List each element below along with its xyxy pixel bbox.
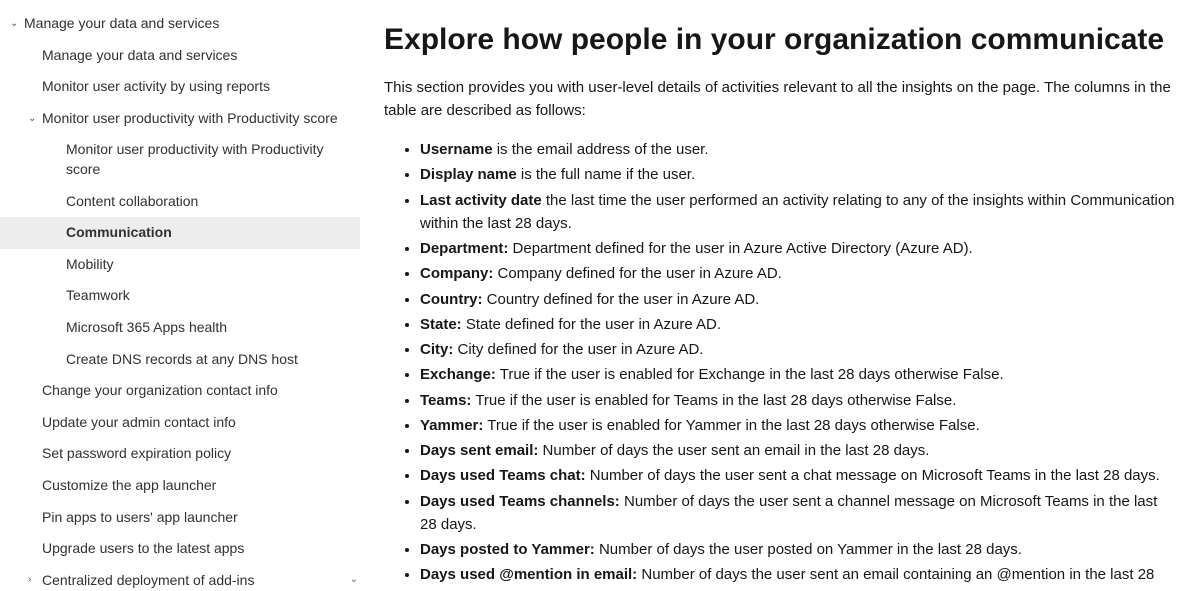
nav-item-label: Upgrade users to the latest apps: [42, 539, 348, 559]
nav-item-centralized-deployment-of-add-ins[interactable]: ›Centralized deployment of add-ins: [0, 565, 360, 591]
nav-list: ⌄Manage your data and servicesManage you…: [0, 8, 360, 591]
nav-sidebar: ⌄Manage your data and servicesManage you…: [0, 0, 360, 591]
column-definition-item: Company: Company defined for the user in…: [420, 262, 1176, 285]
column-term: Yammer:: [420, 417, 483, 434]
nav-item-change-your-organization-contact-info[interactable]: Change your organization contact info: [0, 375, 360, 407]
column-definitions-list: Username is the email address of the use…: [384, 138, 1176, 591]
nav-item-label: Change your organization contact info: [42, 381, 348, 401]
nav-item-monitor-user-productivity-with-productivity-score[interactable]: ⌄Monitor user productivity with Producti…: [0, 103, 360, 135]
chevron-down-icon: ⌄: [350, 574, 358, 585]
nav-item-label: Monitor user activity by using reports: [42, 77, 348, 97]
column-description: City defined for the user in Azure AD.: [453, 341, 703, 358]
nav-item-label: Update your admin contact info: [42, 413, 348, 433]
column-description: Department defined for the user in Azure…: [508, 240, 972, 257]
column-definition-item: Days used Teams channels: Number of days…: [420, 490, 1176, 537]
column-term: Days used @mention in email:: [420, 566, 637, 583]
column-term: Days used Teams channels:: [420, 493, 620, 510]
nav-item-label: Communication: [66, 223, 348, 243]
chevron-right-icon: ›: [28, 573, 42, 587]
main-content: Explore how people in your organization …: [360, 0, 1200, 591]
page-title: Explore how people in your organization …: [384, 20, 1176, 59]
column-definition-item: Days used @mention in email: Number of d…: [420, 563, 1176, 591]
nav-item-label: Set password expiration policy: [42, 444, 348, 464]
column-term: Display name: [420, 166, 517, 183]
nav-item-label: Customize the app launcher: [42, 476, 348, 496]
nav-item-customize-the-app-launcher[interactable]: Customize the app launcher: [0, 470, 360, 502]
column-term: Days posted to Yammer:: [420, 541, 595, 558]
column-term: Teams:: [420, 392, 471, 409]
column-definition-item: Days posted to Yammer: Number of days th…: [420, 538, 1176, 561]
column-term: Company:: [420, 265, 493, 282]
column-term: Username: [420, 141, 493, 158]
column-description: True if the user is enabled for Exchange…: [496, 366, 1004, 383]
column-term: Country:: [420, 291, 483, 308]
column-definition-item: Exchange: True if the user is enabled fo…: [420, 363, 1176, 386]
column-description: is the full name if the user.: [517, 166, 695, 183]
nav-item-label: Pin apps to users' app launcher: [42, 508, 348, 528]
nav-item-label: Manage your data and services: [42, 46, 348, 66]
nav-item-communication[interactable]: Communication: [0, 217, 360, 249]
nav-item-monitor-user-activity-by-using-reports[interactable]: Monitor user activity by using reports: [0, 71, 360, 103]
column-term: City:: [420, 341, 453, 358]
column-term: State:: [420, 316, 462, 333]
nav-item-label: Mobility: [66, 255, 348, 275]
nav-item-content-collaboration[interactable]: Content collaboration: [0, 186, 360, 218]
column-term: Days sent email:: [420, 442, 538, 459]
column-definition-item: Days used Teams chat: Number of days the…: [420, 464, 1176, 487]
column-definition-item: State: State defined for the user in Azu…: [420, 313, 1176, 336]
column-term: Department:: [420, 240, 508, 257]
column-definition-item: Country: Country defined for the user in…: [420, 288, 1176, 311]
column-description: State defined for the user in Azure AD.: [462, 316, 721, 333]
nav-item-teamwork[interactable]: Teamwork: [0, 280, 360, 312]
nav-item-manage-your-data-and-services[interactable]: ⌄Manage your data and services: [0, 8, 360, 40]
column-definition-item: Department: Department defined for the u…: [420, 237, 1176, 260]
column-definition-item: Teams: True if the user is enabled for T…: [420, 389, 1176, 412]
nav-item-label: Monitor user productivity with Productiv…: [42, 109, 348, 129]
nav-item-label: Manage your data and services: [24, 14, 348, 34]
column-description: True if the user is enabled for Yammer i…: [483, 417, 979, 434]
nav-item-label: Content collaboration: [66, 192, 348, 212]
nav-item-pin-apps-to-users-app-launcher[interactable]: Pin apps to users' app launcher: [0, 502, 360, 534]
column-description: Number of days the user sent a chat mess…: [586, 467, 1160, 484]
column-description: is the email address of the user.: [493, 141, 709, 158]
column-term: Last activity date: [420, 192, 542, 209]
column-description: True if the user is enabled for Teams in…: [471, 392, 956, 409]
nav-item-create-dns-records-at-any-dns-host[interactable]: Create DNS records at any DNS host: [0, 344, 360, 376]
nav-item-label: Monitor user productivity with Productiv…: [66, 140, 348, 179]
column-definition-item: Username is the email address of the use…: [420, 138, 1176, 161]
chevron-down-icon: ⌄: [10, 17, 24, 31]
chevron-down-icon: ⌄: [28, 112, 42, 126]
nav-item-manage-your-data-and-services[interactable]: Manage your data and services: [0, 40, 360, 72]
column-definition-item: Yammer: True if the user is enabled for …: [420, 414, 1176, 437]
column-definition-item: Days sent email: Number of days the user…: [420, 439, 1176, 462]
nav-item-label: Teamwork: [66, 286, 348, 306]
column-definition-item: Last activity date the last time the use…: [420, 189, 1176, 236]
nav-item-monitor-user-productivity-with-productivity-score[interactable]: Monitor user productivity with Productiv…: [0, 134, 360, 185]
column-description: Country defined for the user in Azure AD…: [483, 291, 760, 308]
nav-item-label: Centralized deployment of add-ins: [42, 571, 348, 591]
column-description: Number of days the user posted on Yammer…: [595, 541, 1022, 558]
column-description: Number of days the user sent an email in…: [538, 442, 929, 459]
intro-paragraph: This section provides you with user-leve…: [384, 77, 1176, 122]
nav-item-mobility[interactable]: Mobility: [0, 249, 360, 281]
nav-item-label: Microsoft 365 Apps health: [66, 318, 348, 338]
column-definition-item: Display name is the full name if the use…: [420, 163, 1176, 186]
nav-item-label: Create DNS records at any DNS host: [66, 350, 348, 370]
nav-item-set-password-expiration-policy[interactable]: Set password expiration policy: [0, 438, 360, 470]
column-description: Company defined for the user in Azure AD…: [493, 265, 782, 282]
column-term: Exchange:: [420, 366, 496, 383]
nav-item-upgrade-users-to-the-latest-apps[interactable]: Upgrade users to the latest apps: [0, 533, 360, 565]
nav-item-microsoft-365-apps-health[interactable]: Microsoft 365 Apps health: [0, 312, 360, 344]
column-term: Days used Teams chat:: [420, 467, 586, 484]
nav-item-update-your-admin-contact-info[interactable]: Update your admin contact info: [0, 407, 360, 439]
column-definition-item: City: City defined for the user in Azure…: [420, 338, 1176, 361]
